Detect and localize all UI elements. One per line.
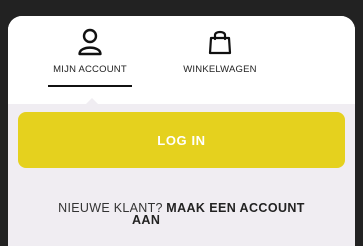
account-tabs: MIJN ACCOUNT WINKELWAGEN	[8, 16, 355, 96]
tab-shopping-cart-label: WINKELWAGEN	[183, 64, 257, 75]
tab-my-account-label: MIJN ACCOUNT	[53, 64, 127, 75]
new-customer-row: NIEUWE KLANT? MAAK EEN ACCOUNT AAN	[8, 201, 355, 227]
login-section: LOG IN NIEUWE KLANT? MAAK EEN ACCOUNT AA…	[8, 104, 355, 246]
create-account-link-line1: MAAK EEN ACCOUNT	[166, 201, 305, 215]
create-account-link-line2: AAN	[132, 213, 161, 227]
active-tab-indicator	[48, 85, 132, 87]
shopping-bag-icon	[208, 30, 232, 55]
login-button[interactable]: LOG IN	[18, 112, 345, 168]
account-panel: MIJN ACCOUNT WINKELWAGEN LOG IN NIEUWE K…	[8, 16, 355, 246]
user-icon	[78, 28, 102, 56]
tab-shopping-cart[interactable]: WINKELWAGEN	[174, 28, 266, 90]
tab-my-account[interactable]: MIJN ACCOUNT	[44, 28, 136, 90]
